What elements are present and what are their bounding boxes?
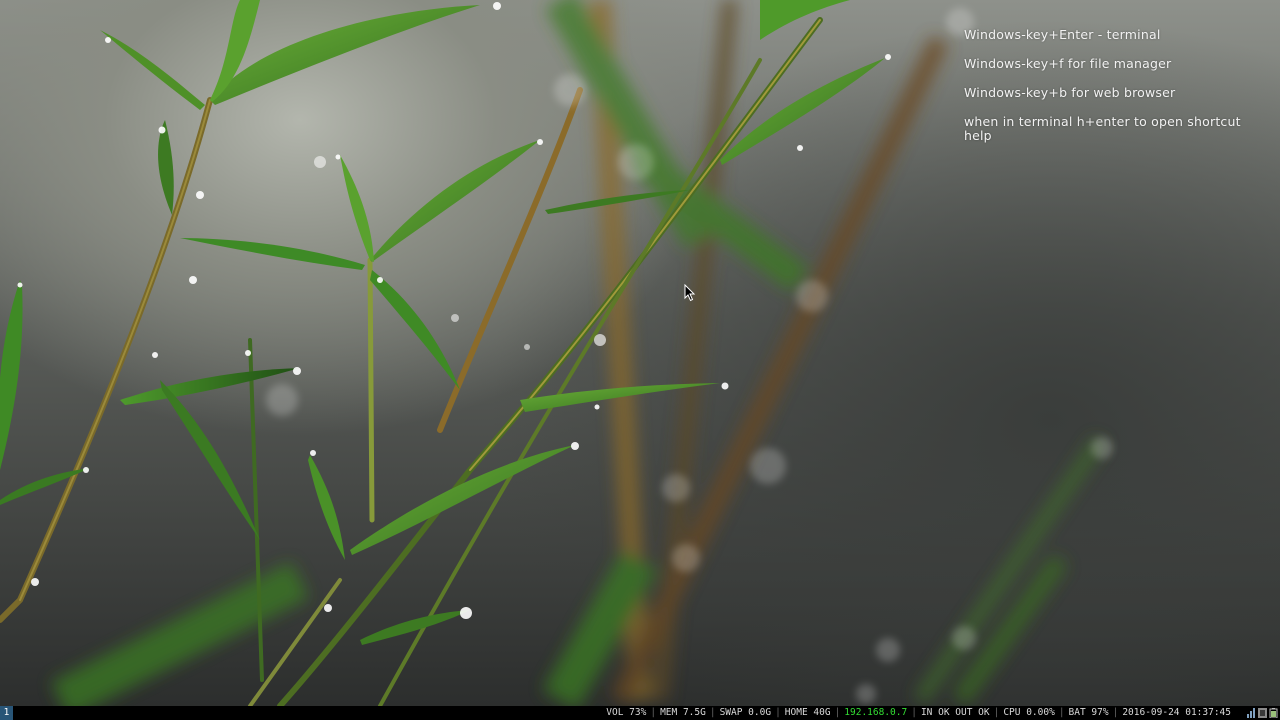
ip-address-status: 192.168.0.7 — [844, 707, 908, 718]
memory-status: MEM 7.5G — [660, 707, 706, 718]
battery-status: BAT 97% — [1068, 707, 1109, 718]
volume-tray-icon[interactable] — [1258, 708, 1267, 718]
shortcut-hints: Windows-key+Enter - terminal Windows-key… — [964, 28, 1264, 158]
separator: | — [775, 707, 781, 718]
network-status: IN OK OUT OK — [920, 707, 990, 718]
separator: | — [911, 707, 917, 718]
separator: | — [993, 707, 1000, 718]
status-bar: 1 VOL 73% | MEM 7.5G | SWAP 0.0G | HOME … — [0, 706, 1280, 720]
desktop[interactable]: Windows-key+Enter - terminal Windows-key… — [0, 0, 1280, 706]
volume-status: VOL 73% — [606, 707, 647, 718]
separator: | — [1058, 707, 1065, 718]
separator: | — [709, 707, 716, 718]
separator: | — [650, 707, 657, 718]
hint-terminal: Windows-key+Enter - terminal — [964, 27, 1161, 42]
home-disk-status: HOME 40G — [784, 707, 831, 718]
mouse-cursor-icon — [684, 284, 696, 302]
battery-tray-icon[interactable] — [1269, 708, 1278, 718]
hint-web-browser: Windows-key+b for web browser — [964, 85, 1176, 100]
datetime-status: 2016-09-24 01:37:45 — [1122, 707, 1231, 718]
separator: | — [834, 707, 841, 718]
cpu-status: CPU 0.00% — [1003, 707, 1055, 718]
separator: | — [1112, 707, 1119, 718]
hint-shortcut-help: when in terminal h+enter to open shortcu… — [964, 114, 1241, 143]
system-tray — [1247, 708, 1278, 718]
hint-file-manager: Windows-key+f for file manager — [964, 56, 1172, 71]
workspace-button-1[interactable]: 1 — [0, 706, 13, 720]
swap-status: SWAP 0.0G — [719, 707, 772, 718]
network-icon[interactable] — [1247, 708, 1256, 718]
status-items: VOL 73% | MEM 7.5G | SWAP 0.0G | HOME 40… — [603, 706, 1234, 720]
